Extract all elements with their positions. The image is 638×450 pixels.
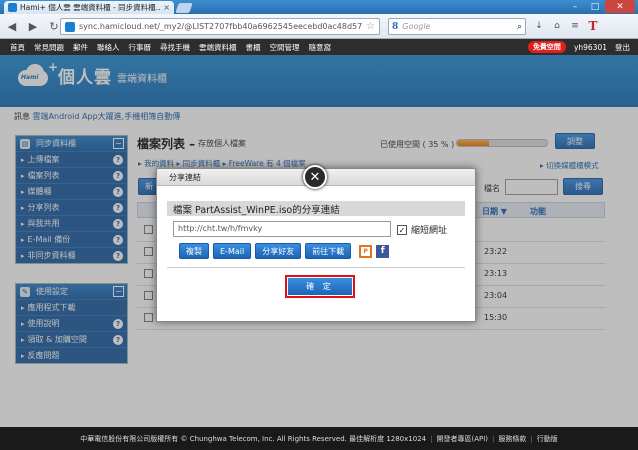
browser-search-input[interactable]: Google — [402, 22, 517, 31]
file-share-label: 檔案 PartAssist_WinPE.iso的分享連結 — [167, 201, 465, 216]
browser-search-box[interactable]: 8 Google ⌕ — [388, 18, 526, 35]
url-text[interactable]: sync.hamicloud.net/_my2/@LIST2707fbb40a6… — [79, 22, 362, 31]
site-footer: 中華電信股份有限公司版權所有 © Chunghwa Telecom, Inc. … — [0, 427, 638, 450]
shorten-url-label: 縮短網址 — [411, 226, 448, 236]
address-bar[interactable]: sync.hamicloud.net/_my2/@LIST2707fbb40a6… — [60, 18, 380, 35]
tab-close-icon[interactable]: × — [163, 3, 170, 12]
toolbar-icons: ↓ ⌂ ≡ T — [532, 19, 600, 33]
minimize-icon[interactable]: – — [565, 0, 585, 13]
username: yh96301 — [573, 42, 607, 52]
copy-button[interactable]: 複製 — [179, 243, 209, 259]
confirm-highlight: 確 定 — [285, 275, 355, 298]
site-favicon-icon — [65, 21, 75, 32]
confirm-button[interactable]: 確 定 — [288, 278, 352, 295]
search-engine-icon[interactable]: 8 — [392, 22, 398, 32]
bookmark-star-icon[interactable]: ☆ — [366, 21, 375, 32]
nav-item-home[interactable]: 首頁 — [10, 42, 25, 53]
window-titlebar: Hami+ 個人雲 雲端資料櫃 - 同步資料櫃… × – □ ✕ — [0, 0, 638, 14]
shorten-url-option[interactable]: ✓ 縮短網址 — [397, 223, 447, 236]
plurk-icon[interactable]: P — [359, 244, 373, 258]
nav-item-cloud-storage[interactable]: 雲端資料櫃 — [199, 42, 237, 53]
tab-favicon-icon — [8, 3, 17, 12]
new-tab-button[interactable] — [175, 3, 193, 13]
nav-item-xuite[interactable]: 隨意窩 — [309, 42, 332, 53]
tab-title: Hami+ 個人雲 雲端資料櫃 - 同步資料櫃… — [20, 3, 161, 12]
download-icon[interactable]: ↓ — [532, 19, 546, 33]
menu-icon[interactable]: ≡ — [568, 19, 582, 33]
nav-item-space-management[interactable]: 空間管理 — [270, 42, 300, 53]
go-download-button[interactable]: 前往下載 — [305, 243, 352, 259]
nav-item-bookshelf[interactable]: 書櫃 — [246, 42, 261, 53]
window-close-icon[interactable]: ✕ — [605, 0, 635, 13]
nav-item-faq[interactable]: 常見問題 — [34, 42, 64, 53]
back-icon[interactable]: ◀ — [3, 17, 21, 35]
nav-right: 免費空間 yh96301 登出 — [527, 41, 630, 53]
shorten-url-checkbox[interactable]: ✓ — [397, 224, 407, 235]
free-space-badge[interactable]: 免費空間 — [527, 41, 566, 53]
nav-item-contacts[interactable]: 聯絡人 — [97, 42, 120, 53]
forward-icon[interactable]: ▶ — [24, 17, 42, 35]
facebook-icon[interactable]: f — [376, 244, 390, 258]
footer-link-mobile[interactable]: 行動版 — [537, 434, 558, 444]
footer-link-terms[interactable]: 服務條款 — [498, 434, 526, 444]
extension-t-icon[interactable]: T — [586, 19, 600, 33]
logout-link[interactable]: 登出 — [615, 42, 630, 53]
share-buttons: 複製 E-Mail 分享好友 前往下載 P f — [179, 243, 390, 259]
dialog-close-icon[interactable]: ✕ — [303, 165, 327, 189]
nav-item-calendar[interactable]: 行事曆 — [129, 42, 152, 53]
share-link-dialog: 分享連結 檔案 PartAssist_WinPE.iso的分享連結 http:/… — [156, 168, 476, 322]
home-icon[interactable]: ⌂ — [550, 19, 564, 33]
maximize-icon[interactable]: □ — [585, 0, 605, 13]
copyright-text: 中華電信股份有限公司版權所有 © Chunghwa Telecom, Inc. … — [80, 434, 427, 443]
email-button[interactable]: E-Mail — [213, 243, 252, 259]
share-link-input[interactable]: http://cht.tw/h/fmvky — [173, 221, 391, 237]
search-icon[interactable]: ⌕ — [517, 22, 522, 32]
browser-toolbar: ◀ ▶ ↻ sync.hamicloud.net/_my2/@LIST2707f… — [0, 14, 638, 39]
footer-link-developer[interactable]: 開發者專區(API) — [436, 434, 488, 444]
share-friends-button[interactable]: 分享好友 — [255, 243, 302, 259]
site-nav: 首頁 常見問題 郵件 聯絡人 行事曆 尋找手機 雲端資料櫃 書櫃 空間管理 隨意… — [0, 39, 638, 55]
window-controls: – □ ✕ — [565, 0, 635, 13]
nav-item-find-phone[interactable]: 尋找手機 — [160, 42, 190, 53]
nav-item-mail[interactable]: 郵件 — [73, 42, 88, 53]
dialog-divider — [167, 267, 465, 268]
browser-tab[interactable]: Hami+ 個人雲 雲端資料櫃 - 同步資料櫃… × — [4, 1, 174, 14]
